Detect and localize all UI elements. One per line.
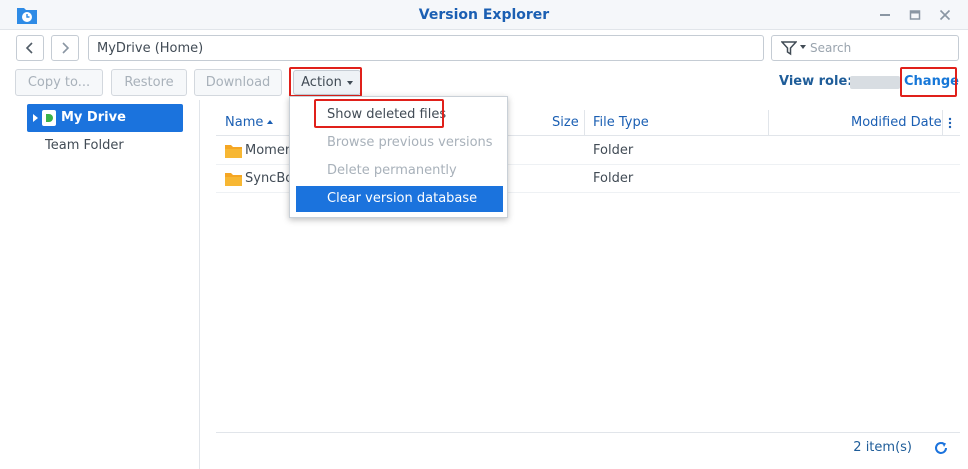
- redacted-role-value: [850, 76, 900, 89]
- view-role-label: View role:: [779, 74, 853, 89]
- filter-dropdown-caret-icon[interactable]: [800, 45, 806, 49]
- folder-tree-panel: My Drive Team Folder: [0, 100, 200, 469]
- column-divider[interactable]: [584, 110, 585, 136]
- highlight-box-action: [289, 67, 362, 97]
- tree-item-label: My Drive: [61, 110, 126, 125]
- forward-button[interactable]: [51, 35, 79, 61]
- menu-item-browse-previous-versions[interactable]: Browse previous versions: [296, 130, 503, 156]
- chevron-left-icon: [25, 42, 33, 54]
- item-count: 2 item(s): [853, 440, 912, 455]
- filter-icon[interactable]: [781, 40, 797, 56]
- grid-footer: 2 item(s): [216, 432, 960, 462]
- drive-icon: [42, 110, 56, 126]
- maximize-icon: [909, 10, 921, 20]
- close-button[interactable]: [936, 6, 954, 24]
- column-divider[interactable]: [942, 110, 943, 136]
- search-input[interactable]: Search: [810, 41, 851, 55]
- file-type: Folder: [593, 143, 634, 158]
- column-options-icon[interactable]: [948, 117, 952, 129]
- column-header-modified-date[interactable]: Modified Date: [851, 115, 942, 130]
- file-name: SyncBo: [245, 171, 294, 186]
- folder-icon: [225, 173, 242, 186]
- tree-item-team-folder[interactable]: Team Folder: [45, 138, 124, 153]
- column-header-name[interactable]: Name: [225, 115, 274, 130]
- file-name: Momen: [245, 143, 294, 158]
- minimize-icon: [880, 14, 890, 16]
- highlight-box-show-deleted: [314, 99, 444, 128]
- column-header-size[interactable]: Size: [552, 115, 579, 130]
- folder-icon: [225, 145, 242, 158]
- column-header-file-type[interactable]: File Type: [593, 115, 649, 130]
- copy-to-button[interactable]: Copy to...: [15, 69, 103, 96]
- menu-item-delete-permanently[interactable]: Delete permanently: [296, 158, 503, 184]
- close-icon: [939, 9, 951, 21]
- column-divider[interactable]: [768, 110, 769, 136]
- title-bar: Version Explorer: [0, 0, 968, 30]
- path-text: MyDrive (Home): [97, 41, 204, 56]
- chevron-right-icon: [62, 42, 70, 54]
- menu-item-clear-version-database[interactable]: Clear version database: [296, 186, 503, 212]
- path-bar[interactable]: MyDrive (Home): [88, 35, 764, 61]
- tree-item-my-drive[interactable]: My Drive: [27, 104, 183, 132]
- file-type: Folder: [593, 171, 634, 186]
- back-button[interactable]: [16, 35, 44, 61]
- highlight-box-change: [900, 67, 957, 97]
- maximize-button[interactable]: [906, 6, 924, 24]
- minimize-button[interactable]: [876, 6, 894, 24]
- refresh-icon[interactable]: [934, 441, 948, 455]
- window-title: Version Explorer: [418, 7, 550, 23]
- column-header-name-label: Name: [225, 115, 264, 130]
- download-button[interactable]: Download: [194, 69, 282, 96]
- restore-button[interactable]: Restore: [111, 69, 187, 96]
- search-box[interactable]: Search: [771, 35, 959, 61]
- expand-arrow-icon[interactable]: [33, 114, 38, 122]
- sort-ascending-icon: [267, 120, 274, 124]
